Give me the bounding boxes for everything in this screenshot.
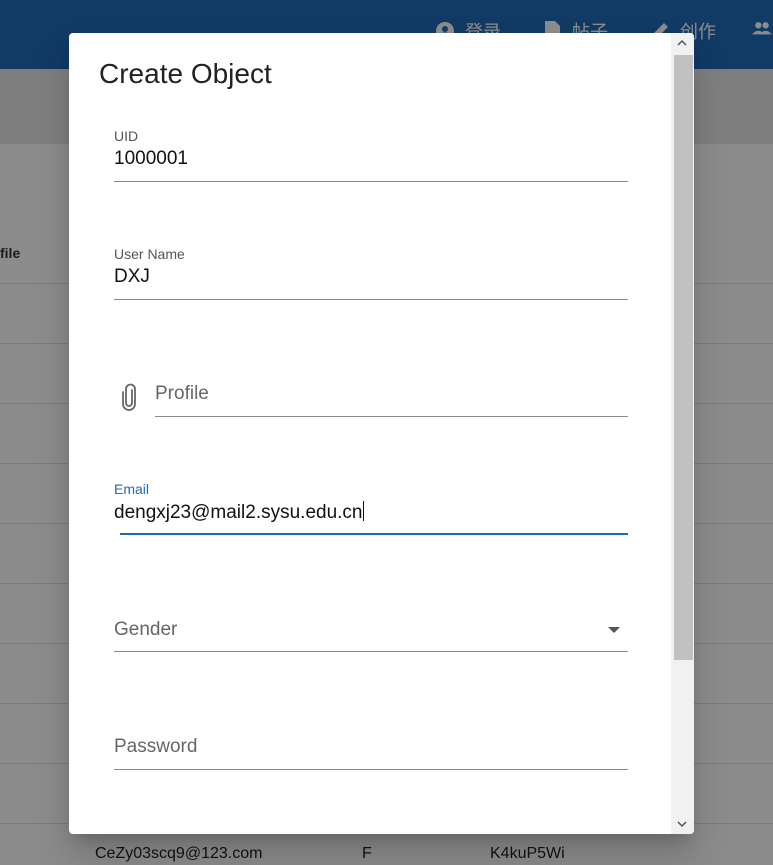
username-value[interactable]: DXJ <box>114 266 628 288</box>
email-label: Email <box>114 481 150 497</box>
username-field[interactable]: User Name DXJ <box>114 246 628 300</box>
text-caret <box>363 501 365 521</box>
username-underline <box>114 299 628 300</box>
gender-select[interactable]: Gender <box>114 619 628 652</box>
email-value: dengxj23@mail2.sysu.edu.cn <box>114 502 363 523</box>
dialog-title: Create Object <box>99 58 272 89</box>
username-label: User Name <box>114 246 185 262</box>
scroll-down-icon[interactable] <box>676 818 688 830</box>
uid-underline <box>114 181 628 182</box>
profile-placeholder: Profile <box>155 383 209 404</box>
email-input[interactable]: dengxj23@mail2.sysu.edu.cn <box>114 501 628 524</box>
gender-placeholder: Gender <box>114 619 178 640</box>
password-underline <box>114 769 628 770</box>
password-placeholder: Password <box>114 736 198 757</box>
email-underline <box>120 533 628 535</box>
email-field[interactable]: Email dengxj23@mail2.sysu.edu.cn <box>114 481 628 535</box>
uid-label: UID <box>114 128 139 144</box>
profile-underline <box>155 416 628 417</box>
scrollbar-thumb[interactable] <box>674 55 693 660</box>
scroll-up-icon[interactable] <box>676 37 688 49</box>
uid-field[interactable]: UID 1000001 <box>114 128 628 182</box>
profile-field[interactable]: Profile <box>155 383 628 417</box>
gender-underline <box>114 651 628 652</box>
dropdown-arrow-icon[interactable] <box>608 627 620 633</box>
create-object-dialog: Create Object UID 1000001 User Name DXJ … <box>69 33 694 834</box>
dialog-scrollbar[interactable] <box>671 33 694 834</box>
paperclip-icon[interactable] <box>121 383 137 411</box>
password-field[interactable]: Password <box>114 736 628 770</box>
uid-value[interactable]: 1000001 <box>114 148 628 170</box>
